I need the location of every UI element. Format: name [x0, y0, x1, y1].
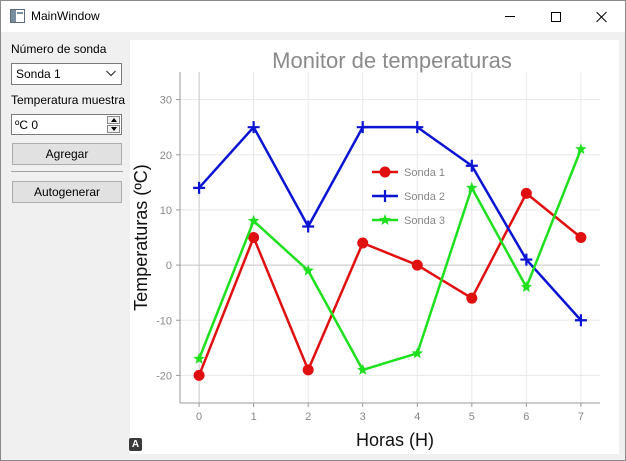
- data-point-series-2: [302, 220, 315, 233]
- legend-label-2: Sonda 2: [404, 191, 445, 203]
- x-tick-label: 4: [414, 411, 420, 423]
- data-point-series-1: [193, 369, 205, 381]
- close-icon: [596, 11, 608, 23]
- y-tick-label: 0: [166, 260, 172, 272]
- spin-up-button[interactable]: [107, 116, 120, 124]
- legend-marker-1: [379, 166, 391, 178]
- accessibility-badge-icon: A: [129, 438, 142, 451]
- x-tick-label: 2: [305, 411, 311, 423]
- chart-panel: 0 1 2 3 4 5 6 7 -20 -10 0 10 20 30 Monitor de temperat…: [130, 40, 619, 454]
- window-icon: [10, 9, 25, 23]
- sample-temp-label: Temperatura muestra: [11, 93, 126, 107]
- arrow-down-icon: [111, 127, 117, 131]
- autogenerate-button[interactable]: Autogenerar: [12, 181, 122, 203]
- data-point-series-1: [411, 259, 423, 271]
- close-button[interactable]: [579, 1, 625, 32]
- legend-marker-2: [379, 190, 391, 202]
- y-tick-label: 20: [160, 150, 172, 162]
- data-point-series-1: [357, 237, 369, 249]
- temperature-spinbox[interactable]: ºC 0: [11, 114, 122, 135]
- spin-down-button[interactable]: [107, 125, 120, 133]
- temperature-value: ºC 0: [15, 118, 39, 132]
- x-tick-label: 6: [523, 411, 529, 423]
- spin-buttons: [107, 116, 120, 133]
- maximize-icon: [551, 11, 561, 22]
- title-bar[interactable]: MainWindow: [1, 1, 625, 32]
- data-point-series-1: [466, 292, 478, 304]
- y-tick-label: 10: [160, 205, 172, 217]
- probe-selected-value: Sonda 1: [16, 67, 61, 81]
- minimize-button[interactable]: [487, 1, 533, 32]
- x-tick-label: 5: [469, 411, 475, 423]
- data-point-series-1: [302, 364, 314, 376]
- temperature-chart: 0 1 2 3 4 5 6 7 -20 -10 0 10 20 30 Monitor de temperat…: [131, 48, 600, 450]
- x-tick-label: 1: [251, 411, 257, 423]
- chevron-down-icon: [106, 70, 116, 77]
- separator: [11, 171, 123, 172]
- y-tick-label: -20: [156, 370, 172, 382]
- window-title: MainWindow: [31, 9, 100, 23]
- probe-number-label: Número de sonda: [11, 42, 107, 56]
- data-point-series-2: [356, 121, 369, 134]
- maximize-button[interactable]: [533, 1, 579, 32]
- x-axis-label: Horas (H): [356, 430, 434, 450]
- probe-combobox[interactable]: Sonda 1: [11, 63, 122, 85]
- main-window: MainWindow Número de sonda Sonda 1 Tempe…: [0, 0, 626, 461]
- arrow-up-icon: [111, 118, 117, 122]
- minimize-icon: [505, 16, 515, 17]
- x-tick-label: 3: [360, 411, 366, 423]
- x-tick-label: 0: [196, 411, 202, 423]
- legend-marker-3: [379, 214, 391, 225]
- x-tick-label: 7: [578, 411, 584, 423]
- legend-label-1: Sonda 1: [404, 167, 445, 179]
- y-tick-label: 30: [160, 95, 172, 107]
- legend-label-3: Sonda 3: [404, 215, 445, 227]
- y-tick-label: -10: [156, 315, 172, 327]
- chart-title: Monitor de temperaturas: [272, 48, 512, 73]
- data-point-series-1: [520, 187, 532, 199]
- data-point-series-1: [575, 232, 587, 243]
- y-axis-label: Temperaturas (ºC): [131, 164, 151, 311]
- add-button[interactable]: Agregar: [12, 143, 122, 165]
